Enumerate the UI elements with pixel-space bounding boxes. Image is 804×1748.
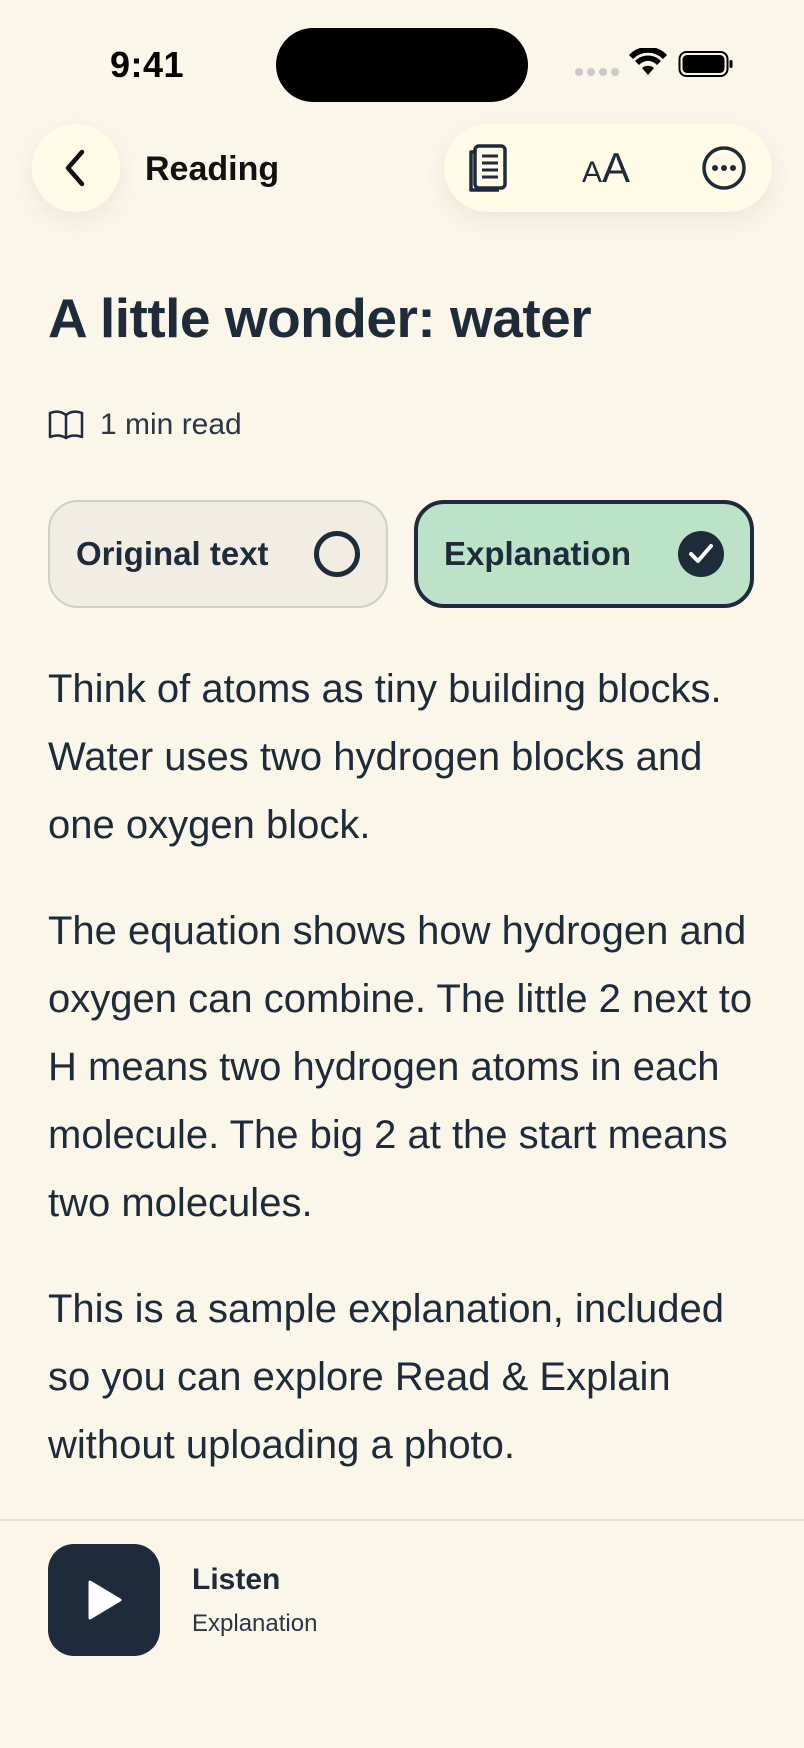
dynamic-island: [276, 28, 528, 102]
document-icon: [469, 144, 507, 192]
original-text-label: Original text: [76, 535, 269, 572]
text-size-icon: AA: [581, 144, 631, 191]
read-time: 1 min read: [100, 408, 242, 441]
more-button[interactable]: [694, 138, 754, 198]
book-icon: [48, 410, 84, 440]
paragraph: This is a sample explanation, included s…: [48, 1287, 724, 1467]
explanation-label: Explanation: [444, 535, 632, 572]
divider: [0, 1519, 804, 1521]
reading-screen: 9:41 Reading AA A little wonder: water 1…: [0, 0, 804, 1748]
chevron-left-icon: [65, 149, 85, 187]
listen-sublabel: Explanation: [192, 1610, 318, 1637]
more-icon: [702, 146, 746, 190]
document-button[interactable]: [460, 138, 520, 198]
wifi-icon: [629, 48, 667, 75]
battery-icon: [678, 51, 733, 77]
article-title: A little wonder: water: [48, 287, 592, 349]
check-icon: [678, 531, 724, 577]
read-time-meta: 1 min read: [48, 408, 242, 442]
status-bar: 9:41: [0, 0, 804, 130]
play-icon: [88, 1580, 122, 1620]
radio-unchecked-icon: [314, 531, 360, 577]
back-button[interactable]: [32, 124, 120, 212]
listen-label: Listen: [192, 1563, 281, 1596]
status-time: 9:41: [110, 44, 185, 85]
explanation-body: Think of atoms as tiny building blocks. …: [48, 655, 768, 1517]
text-size-button[interactable]: AA: [576, 138, 636, 198]
paragraph: The equation shows how hydrogen and oxyg…: [48, 909, 753, 1225]
paragraph: Think of atoms as tiny building blocks. …: [48, 667, 722, 847]
header-title: Reading: [145, 150, 280, 188]
original-text-toggle[interactable]: Original text: [48, 500, 388, 608]
play-button[interactable]: [48, 1544, 160, 1656]
cellular-signal-icon: [575, 68, 619, 76]
explanation-toggle[interactable]: Explanation: [414, 500, 754, 608]
toolbar: AA: [444, 124, 772, 212]
